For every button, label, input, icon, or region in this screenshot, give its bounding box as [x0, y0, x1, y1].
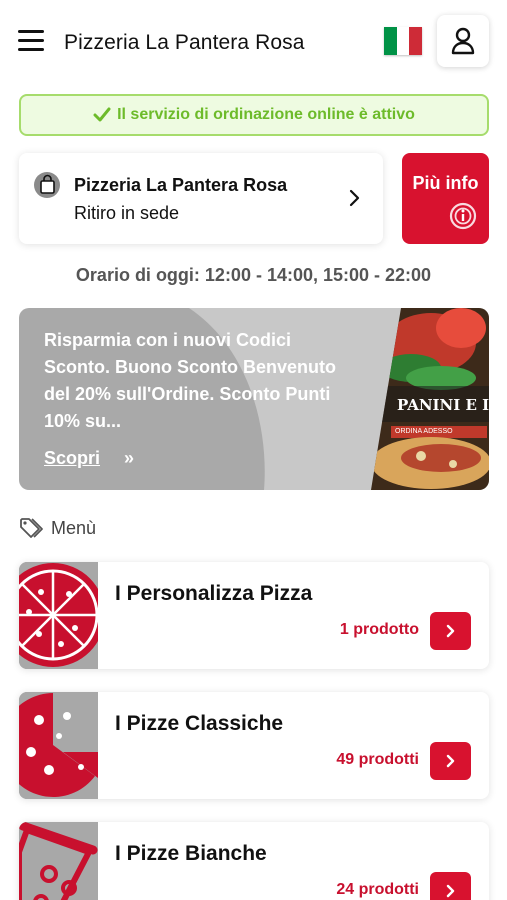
chevron-right-icon: [349, 189, 360, 207]
category-count: 24 prodotti: [336, 881, 419, 898]
chevron-right-icon: [446, 624, 454, 638]
promo-image-caption: PANINI E INS: [397, 396, 489, 414]
category-count: 1 prodotto: [339, 621, 419, 638]
promo-image-subcaption: ORDINA ADESSO: [395, 428, 453, 435]
menu-heading-label: Menù: [51, 517, 97, 538]
open-category-button[interactable]: [430, 612, 471, 650]
opening-hours: Orario di oggi: 12:00 - 14:00, 15:00 - 2…: [75, 265, 432, 285]
open-category-button[interactable]: [430, 872, 471, 900]
more-info-button[interactable]: Più info: [402, 153, 489, 244]
promo-banner[interactable]: Risparmia con i nuovi Codici Sconto. Buo…: [19, 308, 489, 490]
online-status-banner: Il servizio di ordinazione online è atti…: [19, 94, 489, 136]
category-name: I Pizze Classiche: [115, 712, 284, 735]
hamburger-icon[interactable]: [18, 30, 44, 52]
category-name: I Pizze Bianche: [115, 842, 267, 865]
menu-heading: Menù: [19, 517, 96, 539]
italy-flag-icon[interactable]: [384, 27, 423, 55]
user-icon: [451, 27, 475, 55]
double-chevron-icon: »: [124, 448, 135, 468]
pizza-icon: [19, 562, 98, 669]
category-count: 49 prodotti: [336, 751, 419, 768]
category-card[interactable]: I Pizze Classiche 49 prodotti: [19, 692, 489, 799]
category-card[interactable]: I Personalizza Pizza 1 prodotto: [19, 562, 489, 669]
info-icon: [449, 202, 477, 230]
promo-text: Risparmia con i nuovi Codici Sconto. Buo…: [44, 330, 336, 431]
category-name: I Personalizza Pizza: [115, 582, 313, 605]
app-header: Pizzeria La Pantera Rosa: [0, 0, 507, 84]
app-title: Pizzeria La Pantera Rosa: [64, 31, 305, 54]
tag-icon: [20, 518, 43, 538]
order-mode: Ritiro in sede: [74, 203, 180, 223]
store-name: Pizzeria La Pantera Rosa: [74, 175, 288, 195]
chevron-right-icon: [446, 754, 454, 768]
shopping-bag-icon: [34, 172, 60, 198]
chevron-right-icon: [446, 884, 454, 898]
account-button[interactable]: [437, 15, 489, 67]
promo-discover-link[interactable]: Scopri: [44, 448, 100, 469]
store-selector-card[interactable]: Pizzeria La Pantera Rosa Ritiro in sede: [19, 153, 383, 244]
pizza-icon: [19, 692, 98, 799]
pizza-slice-icon: [19, 822, 98, 900]
status-text: Il servizio di ordinazione online è atti…: [117, 106, 415, 123]
check-icon: [93, 107, 111, 122]
category-card[interactable]: I Pizze Bianche 24 prodotti: [19, 822, 489, 900]
open-category-button[interactable]: [430, 742, 471, 780]
more-info-label: Più info: [412, 173, 479, 193]
